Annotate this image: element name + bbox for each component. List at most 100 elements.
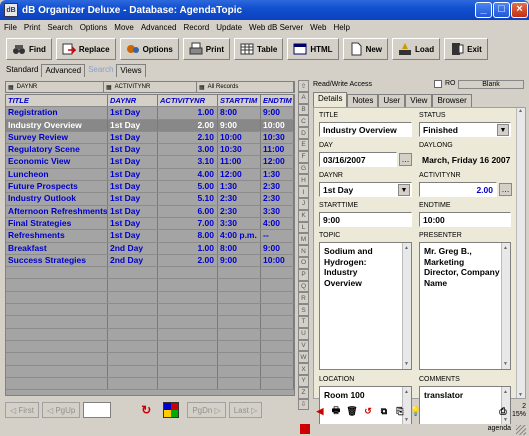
scroll-down-icon[interactable]: ⇩ [298,398,309,411]
title-field[interactable]: Industry Overview [319,122,412,137]
activitynr-field[interactable]: 2.00 [419,182,497,197]
tab-details[interactable]: Details [313,92,348,107]
index-letter-t[interactable]: T [298,315,309,328]
paste-record-icon[interactable]: ⎘ [393,404,407,418]
index-letter-z[interactable]: Z [298,386,309,399]
column-header[interactable]: ACTIVITYNR [158,95,218,107]
back-arrow-icon[interactable]: ◀ [313,404,327,418]
minimize-button[interactable]: _ [475,2,492,18]
topic-textarea[interactable]: Sodium and Hydrogen: Industry Overview [319,242,412,370]
last-button[interactable]: Last ▷ [228,402,263,418]
menu-move[interactable]: Move [114,23,134,32]
table-row[interactable]: Refreshments 1st Day 8.00 4:00 p.m. -- [6,230,294,243]
index-letter-s[interactable]: S [298,304,309,316]
presenter-scrollbar[interactable] [501,243,510,369]
pgdn-button[interactable]: PgDn ▷ [187,402,226,418]
refresh-icon[interactable]: ↻ [139,403,153,417]
tab-view[interactable]: View [405,94,433,107]
ro-checkbox[interactable] [434,80,442,88]
index-letter-o[interactable]: O [298,256,309,269]
date-picker-button[interactable]: … [399,153,412,166]
tab-browser[interactable]: Browser [432,94,472,107]
tab-search[interactable]: Search [85,64,117,77]
column-header[interactable]: DAYNR [108,95,158,107]
chevron-down-icon[interactable]: ▼ [497,124,509,136]
table-row[interactable]: Breakfast 2nd Day 1.00 8:00 9:00 [6,242,294,255]
filter-all-records[interactable]: ▦ All Records [197,82,294,92]
maximize-button[interactable]: □ [493,2,510,18]
table-row[interactable]: Economic View 1st Day 3.10 11:00 12:00 [6,156,294,169]
column-header[interactable]: STARTTIM [218,95,261,107]
tab-standard[interactable]: Standard [3,64,42,77]
new-button[interactable]: New [342,38,389,60]
index-letter-c[interactable]: C [298,115,309,128]
menu-web[interactable]: Web [310,23,326,32]
index-letter-j[interactable]: J [298,197,309,210]
status-select[interactable]: Finished ▼ [419,122,511,137]
index-letter-f[interactable]: F [298,150,309,163]
index-letter-p[interactable]: P [298,268,309,281]
first-button[interactable]: ◁ First [5,402,39,418]
table-row[interactable]: Success Strategies 2nd Day 2.00 9:00 10:00 [6,254,294,268]
table-row[interactable]: Regulatory Scene 1st Day 3.00 10:30 11:00 [6,144,294,157]
goto-record-input[interactable] [83,402,112,418]
index-letter-b[interactable]: B [298,103,309,116]
scroll-up-icon[interactable]: ⇧ [298,80,309,92]
index-letter-d[interactable]: D [298,127,309,139]
day-field[interactable]: 03/16/2007 [319,152,397,167]
daynr-select[interactable]: 1st Day ▼ [319,182,412,197]
form-scrollbar[interactable] [516,108,525,398]
tab-advanced[interactable]: Advanced [41,64,86,77]
sort-daynr[interactable]: ▦ DAYNR [6,82,104,92]
records-grid[interactable]: TITLE DAYNR ACTIVITYNR STARTTIM ENDTIM R… [5,94,295,396]
index-letter-e[interactable]: E [298,138,309,151]
menu-web-db-server[interactable]: Web dB Server [249,23,303,32]
table-row[interactable]: Future Prospects 1st Day 5.00 1:30 2:30 [6,181,294,194]
index-letter-k[interactable]: K [298,209,309,222]
export-icon[interactable]: ⎙ [496,404,510,418]
menu-options[interactable]: Options [80,23,108,32]
menu-file[interactable]: File [4,23,17,32]
tab-user[interactable]: User [378,94,406,107]
load-button[interactable]: Load [392,38,441,60]
print-button[interactable]: Print [182,38,231,60]
tab-notes[interactable]: Notes [347,94,379,107]
index-letter-w[interactable]: W [298,351,309,364]
endtime-field[interactable]: 10:00 [419,212,511,227]
menu-help[interactable]: Help [333,23,349,32]
index-letter-y[interactable]: Y [298,374,309,387]
table-row[interactable]: Industry Outlook 1st Day 5.10 2:30 2:30 [6,193,294,206]
menu-print[interactable]: Print [24,23,40,32]
copy-record-icon[interactable]: ⧉ [377,404,391,418]
index-letter-m[interactable]: M [298,233,309,246]
replace-button[interactable]: Replace [55,38,116,60]
sort-activitynr[interactable]: ▦ ACTIVITYNR [104,82,197,92]
pgup-button[interactable]: ◁ PgUp [41,402,81,418]
delete-icon[interactable]: 🗑 [345,404,359,418]
index-letter-r[interactable]: R [298,292,309,305]
blank-button[interactable]: Blank [458,80,524,89]
index-letter-l[interactable]: L [298,221,309,234]
html-button[interactable]: HTML [287,38,339,60]
exit-button[interactable]: Exit [444,38,488,60]
index-letter-v[interactable]: V [298,339,309,352]
index-letter-i[interactable]: I [298,186,309,198]
lightbulb-icon[interactable]: 💡 [409,404,423,418]
table-row[interactable]: Final Strategies 1st Day 7.00 3:30 4:00 [6,217,294,231]
index-letter-q[interactable]: Q [298,280,309,293]
index-letter-u[interactable]: U [298,327,309,340]
activitynr-picker-button[interactable]: … [499,183,512,196]
resize-grip[interactable] [516,425,526,435]
chevron-down-icon[interactable]: ▼ [398,184,410,196]
find-button[interactable]: Find [6,38,52,60]
tab-views[interactable]: Views [116,64,146,77]
column-header[interactable]: TITLE [6,95,108,107]
menu-update[interactable]: Update [216,23,242,32]
table-row[interactable]: Survey Review 1st Day 2.10 10:00 10:30 [6,131,294,145]
topic-scrollbar[interactable] [402,243,411,369]
table-button[interactable]: Table [234,38,284,60]
index-letter-n[interactable]: N [298,245,309,257]
table-row[interactable]: Luncheon 1st Day 4.00 12:00 1:30 [6,168,294,182]
presenter-textarea[interactable]: Mr. Greg B., Marketing Director, Company… [419,242,511,370]
options-button[interactable]: Options [119,38,179,60]
